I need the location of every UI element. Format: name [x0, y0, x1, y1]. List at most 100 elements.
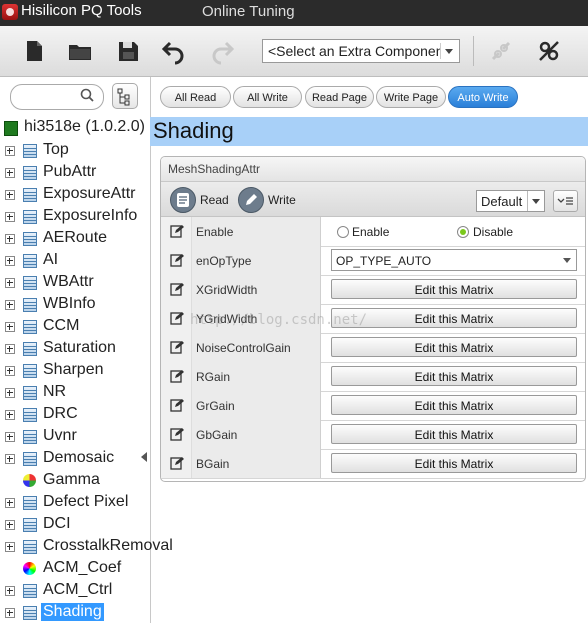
edit-icon[interactable]: [170, 311, 184, 325]
expand-icon[interactable]: [5, 498, 15, 508]
expand-icon[interactable]: [5, 322, 15, 332]
edit-icon[interactable]: [170, 398, 184, 412]
param-value-cell: Edit this Matrix: [321, 391, 585, 420]
sidebar-item-wbattr[interactable]: WBAttr: [0, 272, 150, 294]
edit-matrix-button[interactable]: Edit this Matrix: [331, 337, 577, 357]
expand-icon[interactable]: [5, 388, 15, 398]
expand-icon[interactable]: [5, 146, 15, 156]
write-label[interactable]: Write: [268, 193, 296, 207]
edit-icon[interactable]: [170, 427, 184, 441]
expand-icon[interactable]: [5, 586, 15, 596]
sidebar-item-crosstalkremoval[interactable]: CrosstalkRemoval: [0, 536, 173, 558]
extra-component-select[interactable]: <Select an Extra Component>: [262, 39, 460, 63]
sidebar-item-uvnr[interactable]: Uvnr: [0, 426, 150, 448]
edit-matrix-button[interactable]: Edit this Matrix: [331, 395, 577, 415]
expand-icon[interactable]: [5, 344, 15, 354]
connect-icon[interactable]: [535, 37, 563, 65]
read-label[interactable]: Read: [200, 193, 229, 207]
auto-write-button[interactable]: Auto Write: [448, 86, 518, 108]
expand-icon[interactable]: [5, 300, 15, 310]
sidebar-item-nr[interactable]: NR: [0, 382, 150, 404]
sidebar-item-ai[interactable]: AI: [0, 250, 150, 272]
edit-icon[interactable]: [170, 340, 184, 354]
enable-radio[interactable]: [337, 226, 349, 238]
sidebar-item-exposureinfo[interactable]: ExposureInfo: [0, 206, 150, 228]
disable-radio[interactable]: [457, 226, 469, 238]
read-page-button[interactable]: Read Page: [305, 86, 374, 108]
sidebar-item-top[interactable]: Top: [0, 140, 150, 162]
expand-icon[interactable]: [5, 410, 15, 420]
pencil-icon: [246, 194, 257, 205]
edit-matrix-button[interactable]: Edit this Matrix: [331, 366, 577, 386]
expand-icon[interactable]: [5, 608, 15, 618]
edit-icon[interactable]: [170, 456, 184, 470]
preset-select[interactable]: Default: [476, 190, 545, 212]
sidebar-item-demosaic[interactable]: Demosaic: [0, 448, 150, 470]
op-type-select[interactable]: OP_TYPE_AUTO: [331, 249, 577, 271]
edit-icon[interactable]: [170, 253, 184, 267]
expand-icon[interactable]: [5, 256, 15, 266]
param-name: RGain: [196, 370, 231, 384]
expand-icon[interactable]: [5, 212, 15, 222]
edit-matrix-button[interactable]: Edit this Matrix: [331, 308, 577, 328]
param-name: GrGain: [196, 399, 235, 413]
read-button[interactable]: [170, 187, 196, 213]
expand-icon[interactable]: [5, 278, 15, 288]
sidebar-item-shading[interactable]: Shading: [0, 602, 150, 624]
sidebar-item-aeroute[interactable]: AERoute: [0, 228, 150, 250]
sidebar-item-label: WBInfo: [43, 295, 96, 312]
expand-icon[interactable]: [5, 234, 15, 244]
open-folder-icon[interactable]: [66, 37, 94, 65]
expand-icon[interactable]: [5, 454, 15, 464]
sidebar-item-label: DCI: [43, 515, 71, 532]
panel-menu-button[interactable]: [553, 190, 578, 212]
edit-matrix-button[interactable]: Edit this Matrix: [331, 424, 577, 444]
edit-icon[interactable]: [170, 369, 184, 383]
sidebar-item-pubattr[interactable]: PubAttr: [0, 162, 150, 184]
sidebar-item-acm-coef[interactable]: ACM_Coef: [0, 558, 150, 580]
edit-icon[interactable]: [170, 224, 184, 238]
sidebar-item-label: NR: [43, 383, 67, 400]
disconnect-icon[interactable]: [487, 37, 515, 65]
new-file-icon[interactable]: [20, 37, 48, 65]
undo-icon[interactable]: [160, 37, 188, 65]
all-read-button[interactable]: All Read: [160, 86, 231, 108]
sidebar-item-saturation[interactable]: Saturation: [0, 338, 150, 360]
edit-matrix-button[interactable]: Edit this Matrix: [331, 279, 577, 299]
sidebar-item-sharpen[interactable]: Sharpen: [0, 360, 150, 382]
expand-icon[interactable]: [5, 190, 15, 200]
sidebar-item-drc[interactable]: DRC: [0, 404, 150, 426]
sidebar-item-gamma[interactable]: Gamma: [0, 470, 150, 492]
sidebar-item-ccm[interactable]: CCM: [0, 316, 150, 338]
edit-icon[interactable]: [170, 282, 184, 296]
redo-icon[interactable]: [208, 37, 236, 65]
sidebar-item-wbinfo[interactable]: WBInfo: [0, 294, 150, 316]
enable-radio-label: Enable: [352, 225, 390, 239]
expand-icon[interactable]: [5, 432, 15, 442]
save-icon[interactable]: [114, 37, 142, 65]
expand-icon[interactable]: [5, 366, 15, 376]
write-page-button[interactable]: Write Page: [376, 86, 446, 108]
sidebar-item-label: Shading: [41, 603, 104, 621]
param-name: Enable: [196, 225, 234, 239]
menu-online-tuning[interactable]: Online Tuning: [202, 3, 295, 20]
search-icon[interactable]: [80, 88, 94, 102]
sidebar-item-label: ACM_Ctrl: [43, 581, 113, 598]
expand-icon[interactable]: [5, 520, 15, 530]
all-write-button[interactable]: All Write: [233, 86, 302, 108]
param-value-cell: Edit this Matrix: [321, 420, 585, 449]
sidebar-item-dci[interactable]: DCI: [0, 514, 150, 536]
tree-options-button[interactable]: [112, 83, 138, 109]
edit-matrix-button[interactable]: Edit this Matrix: [331, 453, 577, 473]
expand-icon[interactable]: [5, 542, 15, 552]
sidebar-item-acm-ctrl[interactable]: ACM_Ctrl: [0, 580, 150, 602]
write-button[interactable]: [238, 187, 264, 213]
sidebar-item-exposureattr[interactable]: ExposureAttr: [0, 184, 150, 206]
sidebar-item-defect-pixel[interactable]: Defect Pixel: [0, 492, 150, 514]
panel-title: MeshShadingAttr: [168, 162, 261, 176]
table-icon: [23, 276, 37, 290]
row-edit-cell: [161, 362, 192, 391]
row-edit-cell: [161, 420, 192, 449]
tree-root[interactable]: hi3518e (1.0.2.0): [0, 118, 150, 140]
expand-icon[interactable]: [5, 168, 15, 178]
